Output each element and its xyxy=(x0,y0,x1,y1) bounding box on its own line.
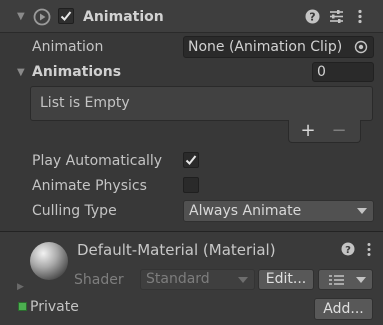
checkmark-icon xyxy=(185,155,197,165)
add-button[interactable]: Add... xyxy=(314,298,373,320)
material-help-icon[interactable]: ? xyxy=(341,242,355,256)
animate-physics-label: Animate Physics xyxy=(32,178,147,194)
private-marker-icon xyxy=(18,302,27,311)
material-preview-sphere xyxy=(29,241,69,281)
animations-list-label: Animations xyxy=(32,64,122,80)
animations-fold-arrow-icon[interactable]: ▼ xyxy=(17,67,25,79)
shader-label: Shader xyxy=(74,272,124,288)
culling-type-value: Always Animate xyxy=(189,203,302,219)
chevron-down-icon xyxy=(238,276,248,283)
list-empty-text: List is Empty xyxy=(40,95,130,111)
list-add-button[interactable]: + xyxy=(298,121,318,141)
list-remove-button[interactable]: − xyxy=(329,121,349,141)
list-icon xyxy=(329,275,344,285)
culling-type-dropdown[interactable]: Always Animate xyxy=(183,200,374,222)
animations-size-field[interactable]: 0 xyxy=(312,62,374,82)
animation-object-field[interactable]: None (Animation Clip) xyxy=(183,36,374,58)
kebab-menu-icon[interactable] xyxy=(356,9,364,24)
material-fold-arrow-icon[interactable]: ▶ xyxy=(17,282,24,292)
material-kebab-menu-icon[interactable] xyxy=(365,242,373,257)
animate-physics-checkbox[interactable] xyxy=(183,177,199,193)
edit-shader-button[interactable]: Edit... xyxy=(258,269,314,290)
material-title: Default-Material (Material) xyxy=(77,241,276,259)
checkmark-icon xyxy=(60,11,72,21)
play-circle-icon xyxy=(33,8,51,26)
component-title: Animation xyxy=(83,9,164,25)
play-automatically-checkbox[interactable] xyxy=(183,152,199,168)
private-label: Private xyxy=(30,299,79,315)
chevron-down-icon xyxy=(357,208,367,214)
chevron-down-icon xyxy=(356,276,366,283)
fold-arrow-icon[interactable]: ▼ xyxy=(17,11,25,23)
svg-text:?: ? xyxy=(345,245,351,256)
svg-text:?: ? xyxy=(309,11,315,24)
play-automatically-label: Play Automatically xyxy=(32,153,163,169)
object-picker-icon[interactable] xyxy=(354,40,368,54)
help-icon[interactable]: ? xyxy=(305,9,320,24)
culling-type-label: Culling Type xyxy=(32,203,117,219)
preset-icon[interactable] xyxy=(329,9,344,24)
shader-value: Standard xyxy=(146,271,210,287)
component-enabled-checkbox[interactable] xyxy=(58,8,74,24)
animation-object-value: None (Animation Clip) xyxy=(188,39,343,55)
animation-field-label: Animation xyxy=(32,39,104,55)
shader-list-dropdown[interactable] xyxy=(318,269,373,290)
shader-dropdown[interactable]: Standard xyxy=(140,269,255,290)
